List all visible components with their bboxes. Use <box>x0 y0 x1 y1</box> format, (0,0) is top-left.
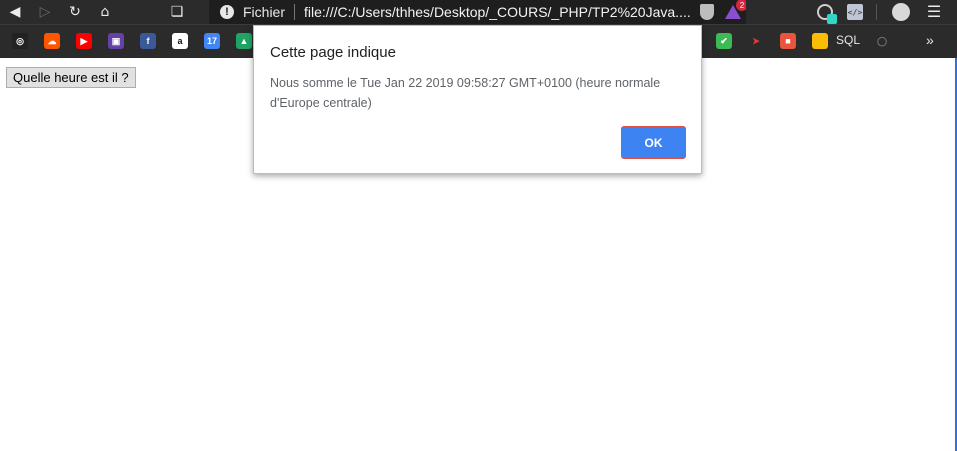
forward-icon[interactable]: ▷ <box>30 0 60 24</box>
bookmark-soundcloud-icon[interactable]: ☁ <box>44 33 60 49</box>
dialog-title: Cette page indique <box>270 44 396 61</box>
bookmark-icon[interactable]: ❏ <box>162 0 192 24</box>
bookmark-arrow-icon[interactable]: ➤ <box>748 33 764 49</box>
menu-icon[interactable]: ☰ <box>921 0 947 24</box>
rewards-triangle-icon[interactable]: 2 <box>720 0 746 24</box>
back-icon[interactable]: ◀ <box>0 0 30 24</box>
bookmark-keep-icon[interactable] <box>812 33 828 49</box>
bookmark-calendar-icon[interactable]: 17 <box>204 33 220 49</box>
bookmark-office-icon[interactable]: ■ <box>780 33 796 49</box>
profile-avatar-icon[interactable] <box>888 0 914 24</box>
bookmark-sql[interactable]: SQL <box>836 33 860 47</box>
code-extension-icon[interactable]: </> <box>842 0 868 24</box>
bookmark-facebook-icon[interactable]: f <box>140 33 156 49</box>
bookmark-check-icon[interactable]: ✔ <box>716 33 732 49</box>
alert-dialog: Cette page indique Nous somme le Tue Jan… <box>253 25 702 174</box>
what-time-button[interactable]: Quelle heure est il ? <box>6 67 136 88</box>
dialog-message: Nous somme le Tue Jan 22 2019 09:58:27 G… <box>270 76 661 110</box>
reload-icon[interactable]: ↻ <box>60 0 90 24</box>
bookmarks-overflow-icon[interactable]: » <box>926 32 934 48</box>
home-icon[interactable]: ⌂ <box>90 0 120 24</box>
toolbar-divider <box>876 4 877 20</box>
bookmark-drive-icon[interactable]: ▲ <box>236 33 252 49</box>
extension-badge: 2 <box>736 0 746 11</box>
bookmark-steam-icon[interactable]: ◎ <box>12 33 28 49</box>
info-icon[interactable]: ! <box>220 5 234 19</box>
address-bar[interactable]: ! Fichier file:///C:/Users/thhes/Desktop… <box>209 0 746 24</box>
bookmark-amazon-icon[interactable]: a <box>172 33 188 49</box>
bookmark-circle-icon[interactable]: ◯ <box>874 33 890 49</box>
bookmark-youtube-icon[interactable]: ▶ <box>76 33 92 49</box>
brave-shield-icon[interactable] <box>694 0 720 24</box>
extension-sync-icon[interactable] <box>812 0 838 24</box>
url-text[interactable]: file:///C:/Users/thhes/Desktop/_COURS/_P… <box>304 4 694 20</box>
ok-button[interactable]: OK <box>621 126 686 159</box>
scheme-label: Fichier <box>243 4 286 20</box>
bookmark-twitch-icon[interactable]: ▣ <box>108 33 124 49</box>
omnibox-divider <box>294 4 296 20</box>
